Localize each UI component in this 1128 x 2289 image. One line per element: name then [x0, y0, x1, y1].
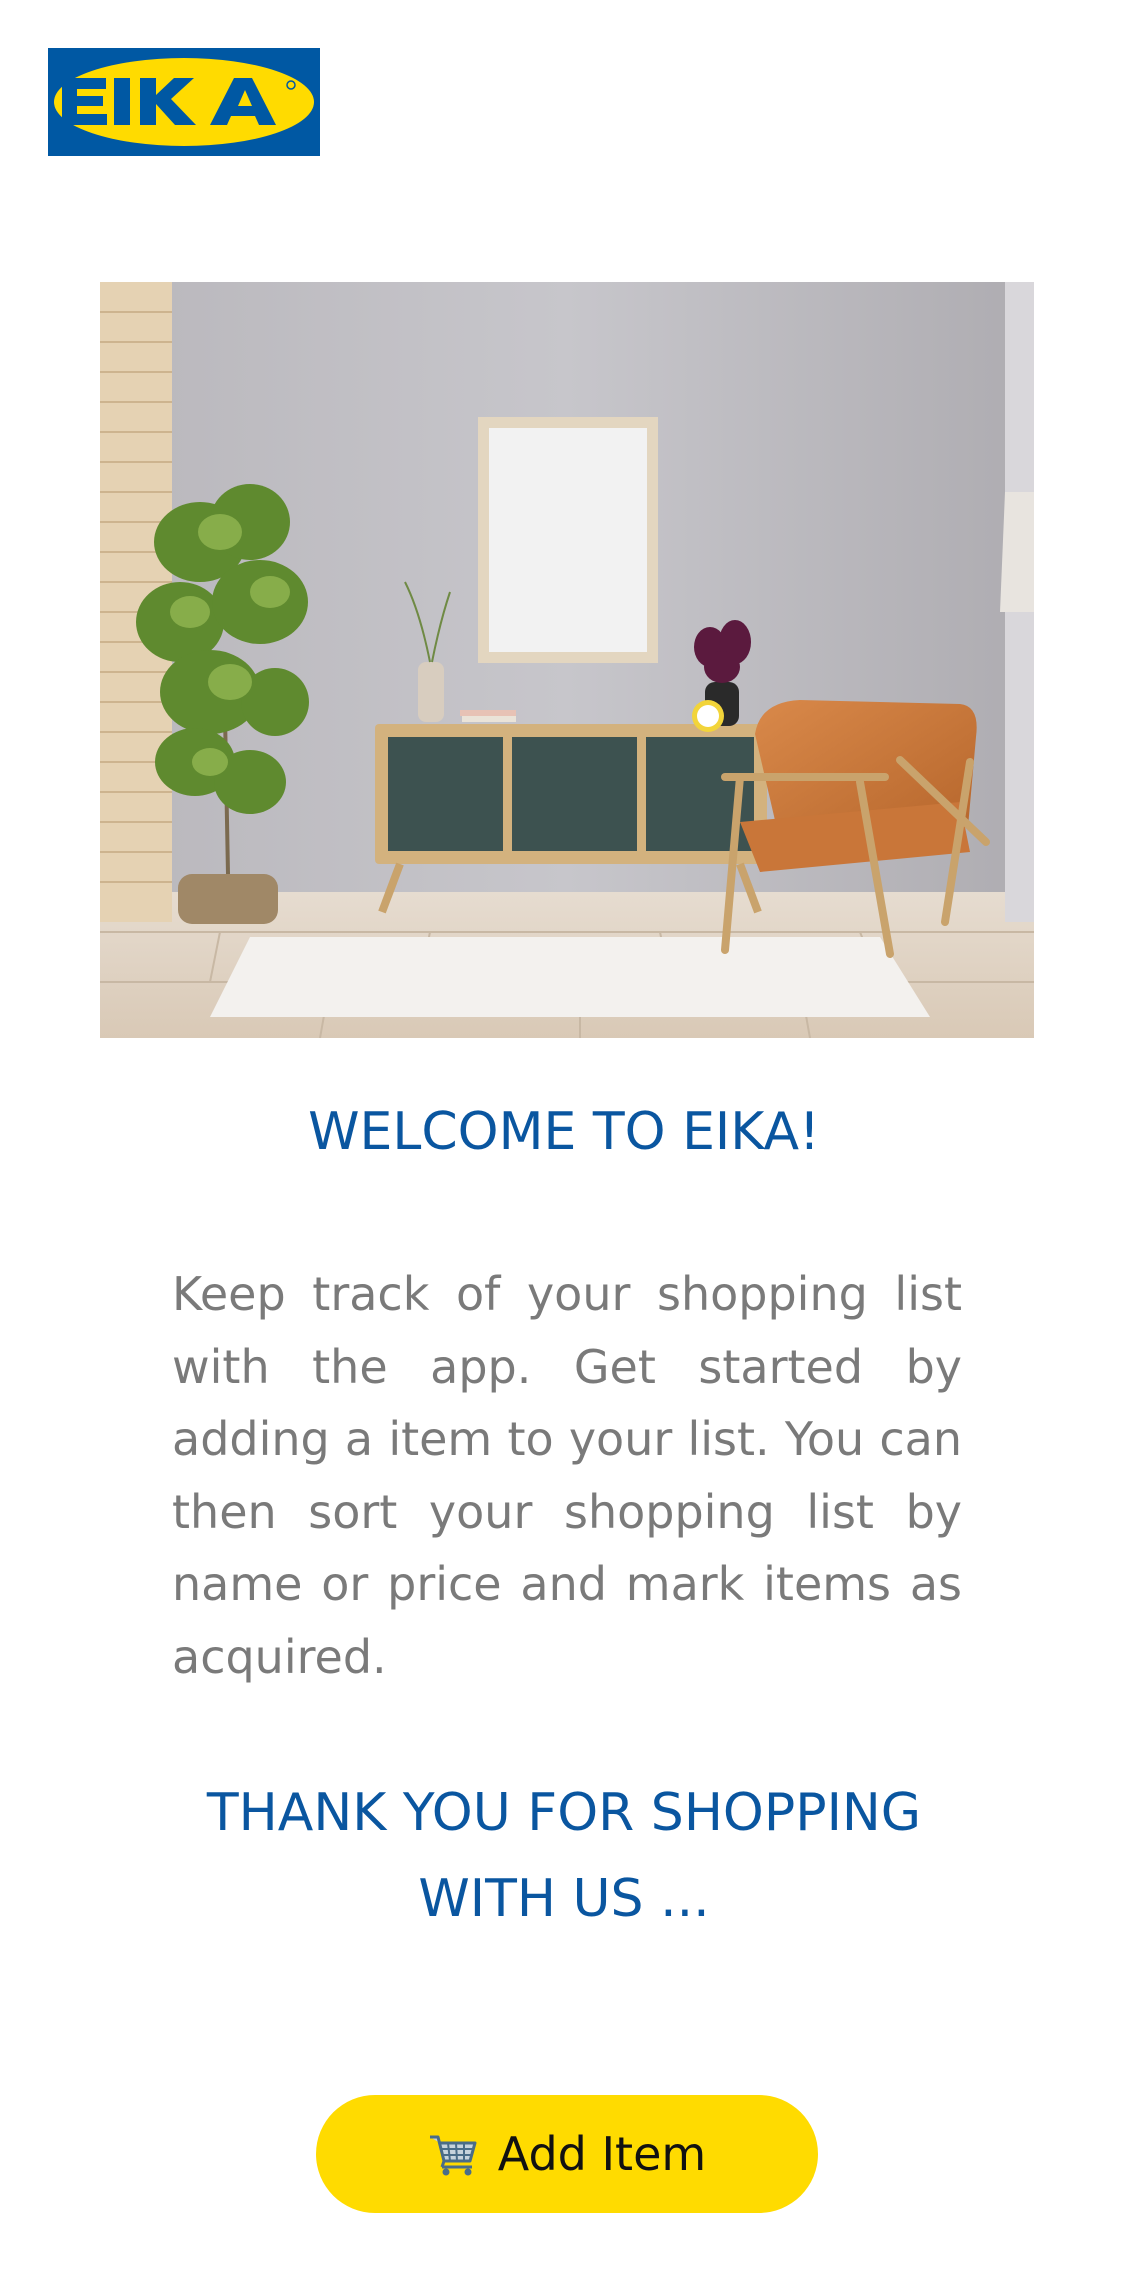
- living-room-photo: [100, 282, 1034, 1038]
- add-item-button[interactable]: Add Item: [316, 2095, 818, 2213]
- shopping-cart-icon: [428, 2131, 478, 2177]
- add-item-label: Add Item: [497, 2127, 707, 2181]
- description-text: Keep track of your shopping list with th…: [172, 1267, 962, 1684]
- thanks-message: THANK YOU FOR SHOPPING WITH US ...: [206, 1783, 922, 1929]
- welcome-title: WELCOME TO EIKA!: [308, 1102, 820, 1162]
- eika-logo: [48, 48, 320, 156]
